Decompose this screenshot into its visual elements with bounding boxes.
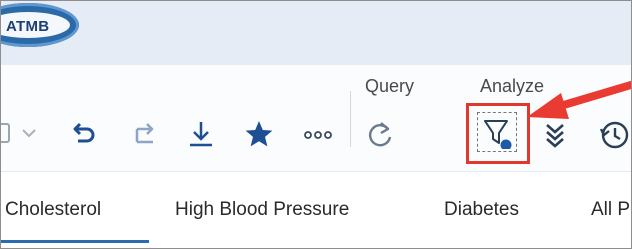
tab-diabetes[interactable]: Diabetes (444, 199, 519, 221)
selected-tab-indicator (1, 240, 149, 243)
tab-all[interactable]: All P (591, 199, 630, 221)
tab-cholesterol[interactable]: Cholesterol (5, 199, 101, 221)
query-group-label: Query (365, 76, 415, 96)
shell-bar: ATMB (1, 1, 631, 65)
refresh-icon[interactable] (365, 119, 395, 151)
download-icon[interactable] (187, 119, 215, 149)
undo-icon[interactable] (71, 120, 99, 148)
app-window: ATMB Query Analyze Cholesterol High Bloo… (0, 0, 632, 249)
toolbar-divider (350, 91, 351, 147)
redo-icon[interactable] (131, 120, 159, 148)
logo-text: ATMB (6, 18, 50, 35)
company-logo[interactable]: ATMB (1, 3, 79, 47)
filter-highlight-box (466, 103, 530, 164)
tab-high-blood-pressure[interactable]: High Blood Pressure (175, 199, 349, 221)
star-icon[interactable] (244, 119, 274, 149)
annotation-arrow (523, 77, 631, 131)
view-dropdown[interactable] (1, 119, 47, 147)
more-icon[interactable] (303, 128, 333, 142)
